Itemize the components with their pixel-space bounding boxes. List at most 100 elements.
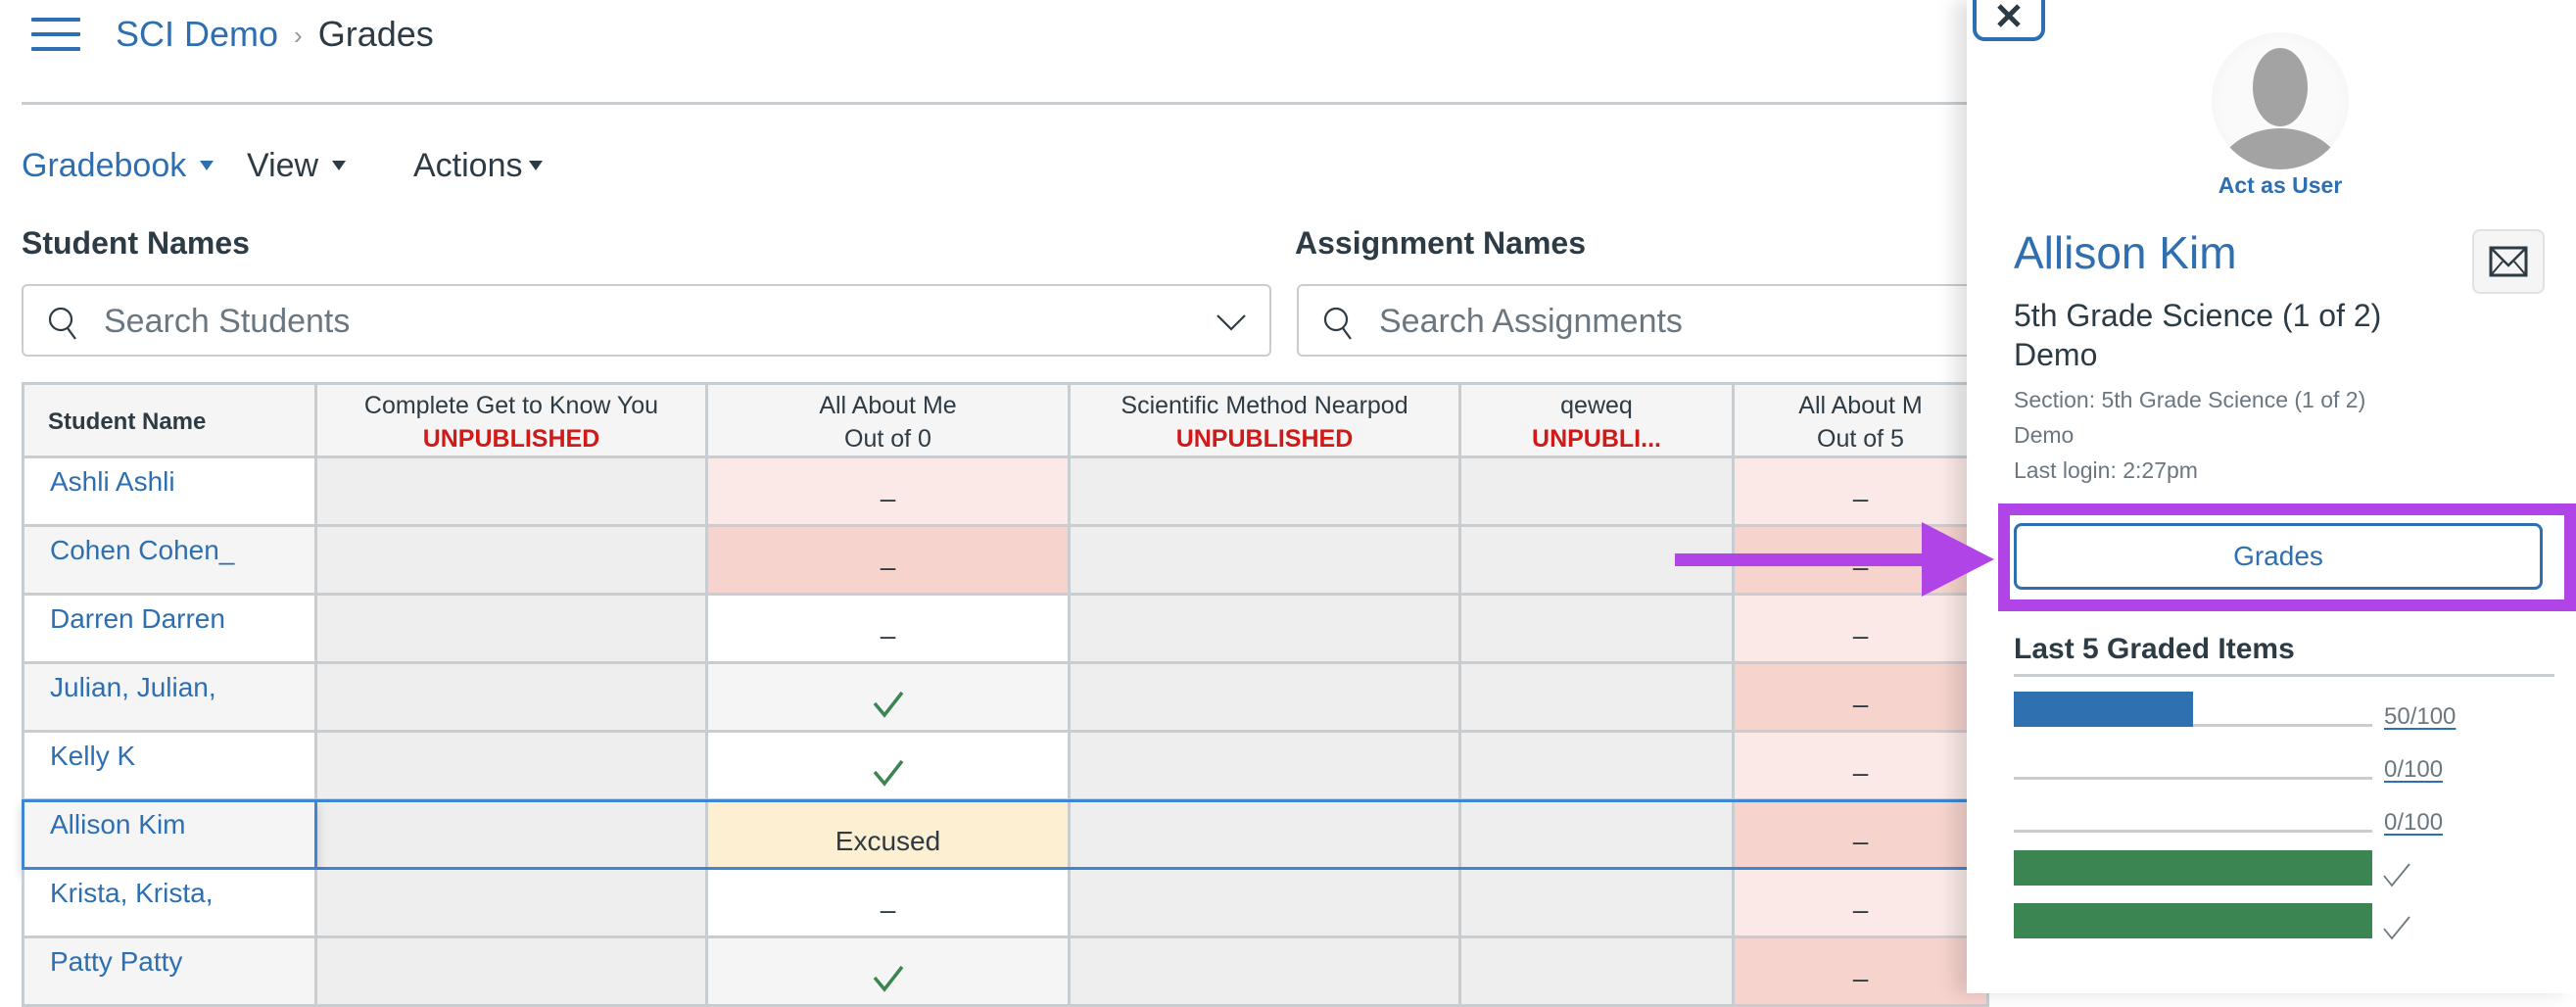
student-name-link[interactable]: Allison Kim [22, 801, 317, 870]
points-possible: Out of 0 [844, 425, 931, 453]
grade-cell[interactable] [1071, 938, 1461, 1007]
grade-cell[interactable]: – [1735, 664, 1989, 733]
act-as-user-link[interactable]: Act as User [1967, 172, 2576, 199]
caret-down-icon [200, 161, 215, 170]
assignment-column-header[interactable]: Scientific Method Nearpod UNPUBLISHED [1071, 382, 1461, 458]
chevron-down-icon[interactable] [1215, 308, 1248, 337]
score-link[interactable]: 50/100 [2384, 703, 2456, 731]
assignment-title: Complete Get to Know You [363, 392, 659, 419]
grade-cell[interactable] [1071, 733, 1461, 801]
grade-cell[interactable] [1461, 596, 1735, 664]
last-login: Last login: 2:27pm [2014, 457, 2198, 483]
grade-cell[interactable] [1461, 801, 1735, 870]
grade-cell[interactable] [708, 938, 1071, 1007]
search-icon [1323, 307, 1352, 340]
student-name-link[interactable]: Kelly K [22, 733, 317, 801]
section-divider [2014, 674, 2554, 677]
grade-cell[interactable] [317, 458, 708, 527]
assignment-column-header[interactable]: All About Me Out of 0 [708, 382, 1071, 458]
assignment-names-label: Assignment Names [1295, 225, 1586, 261]
grade-cell[interactable] [1461, 938, 1735, 1007]
grade-cell[interactable] [317, 733, 708, 801]
grade-cell[interactable]: – [1735, 870, 1989, 938]
grade-cell[interactable] [317, 664, 708, 733]
grade-cell[interactable]: – [1735, 938, 1989, 1007]
grade-cell[interactable] [317, 801, 708, 870]
grade-cell[interactable] [317, 870, 708, 938]
assignment-column-header[interactable]: All About M Out of 5 [1735, 382, 1989, 458]
search-students-input[interactable] [102, 298, 1183, 345]
grade-cell[interactable] [1461, 664, 1735, 733]
grade-cell[interactable] [1071, 596, 1461, 664]
score-link[interactable]: 0/100 [2384, 756, 2443, 784]
student-name-link[interactable]: Patty Patty [22, 938, 317, 1007]
grade-cell[interactable]: – [1735, 458, 1989, 527]
header-divider [22, 102, 1971, 105]
grade-cell[interactable]: – [708, 870, 1071, 938]
close-tray-button[interactable] [1973, 0, 2045, 41]
check-icon [708, 938, 1068, 1004]
grade-cell[interactable] [1461, 458, 1735, 527]
grade-cell[interactable] [1071, 870, 1461, 938]
grade-cell[interactable]: – [708, 596, 1071, 664]
grade-cell[interactable] [1071, 458, 1461, 527]
actions-menu-button[interactable]: Actions [413, 143, 543, 188]
breadcrumb-course-link[interactable]: SCI Demo [116, 14, 278, 54]
grade-cell[interactable] [708, 664, 1071, 733]
search-assignments-input[interactable] [1377, 298, 1969, 345]
grade-cell[interactable]: – [1735, 527, 1989, 596]
grade-value: – [1852, 688, 1869, 719]
assignment-column-header[interactable]: qeweq UNPUBLI... [1461, 382, 1735, 458]
grade-cell[interactable]: – [1735, 733, 1989, 801]
progress-track [2014, 830, 2372, 833]
grade-cell[interactable]: – [708, 458, 1071, 527]
grade-cell[interactable] [708, 733, 1071, 801]
grade-cell[interactable] [1461, 527, 1735, 596]
student-context-tray: Act as User Allison Kim 5th Grade Scienc… [1967, 0, 2576, 993]
assignment-column-header[interactable]: Complete Get to Know You UNPUBLISHED [317, 382, 708, 458]
avatar[interactable] [2212, 32, 2349, 169]
progress-fill [2014, 850, 2372, 886]
student-name-column-header[interactable]: Student Name [22, 382, 317, 458]
progress-fill [2014, 903, 2372, 938]
caret-down-icon [528, 161, 543, 170]
grade-cell[interactable] [1461, 870, 1735, 938]
student-name-link[interactable]: Julian, Julian, [22, 664, 317, 733]
hamburger-line [31, 47, 80, 51]
send-message-button[interactable] [2472, 229, 2545, 294]
score-link[interactable]: 0/100 [2384, 809, 2443, 837]
grade-value: – [1852, 551, 1869, 582]
grade-cell[interactable] [1461, 733, 1735, 801]
student-name-link[interactable]: Darren Darren [22, 596, 317, 664]
student-name-link[interactable]: Allison Kim [2014, 223, 2237, 282]
graded-item: 0/100 [2014, 797, 2562, 836]
student-name-link[interactable]: Cohen Cohen_ [22, 527, 317, 596]
hamburger-menu-button[interactable] [31, 18, 80, 51]
grade-cell[interactable] [1071, 527, 1461, 596]
grade-cell[interactable] [1071, 664, 1461, 733]
grade-cell[interactable]: – [708, 527, 1071, 596]
student-name-link[interactable]: Ashli Ashli [22, 458, 317, 527]
grade-cell[interactable] [317, 938, 708, 1007]
check-icon [2383, 863, 2410, 887]
assignment-title: Scientific Method Nearpod [1121, 392, 1408, 419]
grade-cell[interactable] [317, 596, 708, 664]
gradebook-menu-button[interactable]: Gradebook [22, 143, 215, 188]
view-menu-button[interactable]: View [247, 143, 347, 188]
grade-value: – [880, 619, 896, 650]
grade-cell[interactable]: – [1735, 596, 1989, 664]
grade-value: – [880, 482, 896, 513]
grade-value: – [1852, 962, 1869, 993]
grade-cell[interactable]: – [1735, 801, 1989, 870]
graded-item: 0/100 [2014, 744, 2562, 783]
grade-cell[interactable] [1071, 801, 1461, 870]
section-name-continued: Demo [2014, 422, 2075, 448]
search-assignments-field[interactable] [1297, 284, 2041, 357]
grade-cell[interactable]: Excused [708, 801, 1071, 870]
grades-button[interactable]: Grades [2014, 523, 2543, 590]
student-name-link[interactable]: Krista, Krista, [22, 870, 317, 938]
grade-cell[interactable] [317, 527, 708, 596]
progress-track [2014, 777, 2372, 780]
search-students-field[interactable] [22, 284, 1271, 357]
student-names-label: Student Names [22, 225, 250, 261]
